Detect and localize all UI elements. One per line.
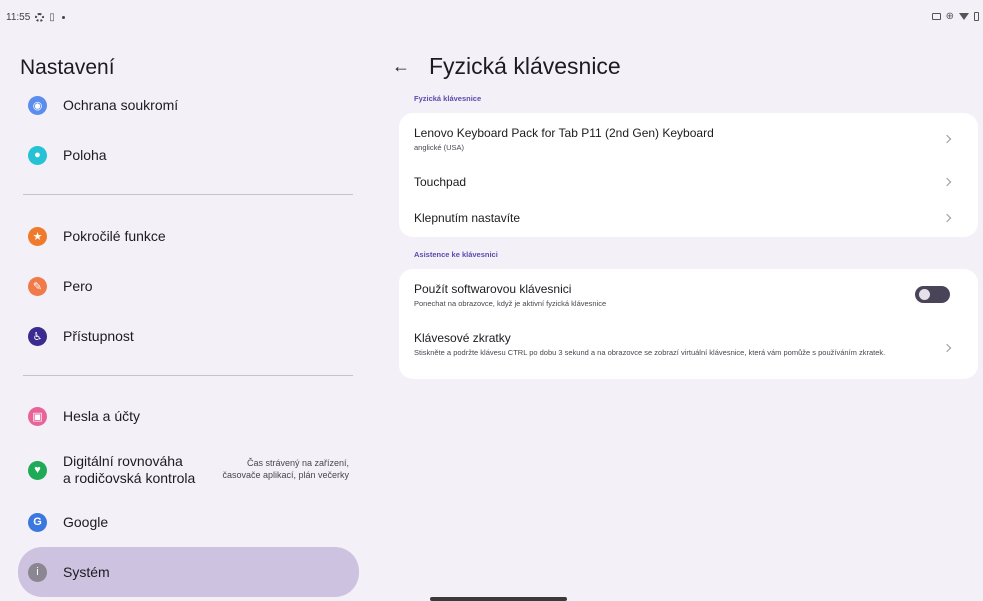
nav-item-summary: Čas strávený na zařízení, časovače aplik… <box>222 457 349 481</box>
privacy-icon: ◉ <box>28 95 47 115</box>
star-icon: ★ <box>28 226 47 246</box>
sim-icon: ▯ <box>49 12 55 23</box>
tap-to-set-title: Klepnutím nastavíte <box>414 211 521 225</box>
divider <box>23 194 353 195</box>
nav-item-accounts[interactable]: ▣ Hesla a účty <box>18 394 359 438</box>
status-time: 11:55 <box>6 12 31 23</box>
nav-item-label-line1: Digitální rovnováha <box>63 453 183 469</box>
nav-item-advanced[interactable]: ★ Pokročilé funkce <box>18 214 359 258</box>
home-indicator[interactable] <box>430 597 567 601</box>
toggle-knob <box>919 289 930 300</box>
software-keyboard-title: Použít softwarovou klávesnici <box>414 282 572 296</box>
nav-item-privacy[interactable]: ◉ Ochrana soukromí <box>18 83 359 127</box>
battery-icon <box>974 12 979 21</box>
screencast-icon <box>931 13 941 20</box>
chevron-right-icon <box>942 343 952 353</box>
wifi-icon <box>959 13 969 20</box>
nav-item-label-line2: a rodičovská kontrola <box>63 470 196 486</box>
nav-item-label: Digitální rovnováha a rodičovská kontrol… <box>63 453 195 487</box>
screen: 11:55 ▯ ⊕ Nastavení ◉ Ochrana soukromí ●… <box>0 0 983 601</box>
shortcuts-subtitle: Stiskněte a podržte klávesu CTRL po dobu… <box>414 348 886 357</box>
system-icon: i <box>28 562 47 582</box>
nav-item-pen[interactable]: ✎ Pero <box>18 264 359 308</box>
pen-icon: ✎ <box>28 276 47 296</box>
assist-card: Použít softwarovou klávesnici Ponechat n… <box>399 269 978 379</box>
section-header-keyboard-assist: Asistence ke klávesnici <box>414 250 498 259</box>
nav-item-label: Přístupnost <box>63 327 134 344</box>
nav-item-accessibility[interactable]: ♿ Přístupnost <box>18 314 359 358</box>
software-keyboard-row[interactable]: Použít softwarovou klávesnici Ponechat n… <box>399 282 978 310</box>
keyboard-card: Lenovo Keyboard Pack for Tab P11 (2nd Ge… <box>399 113 978 237</box>
nav-item-location[interactable]: ● Poloha <box>18 133 359 177</box>
chevron-right-icon <box>942 134 952 144</box>
nav-item-label: Hesla a účty <box>63 407 141 424</box>
keyboard-row[interactable]: Lenovo Keyboard Pack for Tab P11 (2nd Ge… <box>399 126 978 160</box>
dot-icon <box>61 16 65 19</box>
nav-item-label: Systém <box>63 563 110 580</box>
nav-item-system[interactable]: i Systém <box>18 547 359 597</box>
nav-item-label: Pero <box>63 277 93 294</box>
status-left: 11:55 ▯ <box>6 12 65 23</box>
status-bar: 11:55 ▯ ⊕ <box>0 0 983 34</box>
nav-item-label: Poloha <box>63 146 107 163</box>
summary-line2: časovače aplikací, plán večerky <box>222 470 349 480</box>
tap-to-set-row[interactable]: Klepnutím nastavíte <box>399 211 978 229</box>
back-arrow-icon[interactable]: ← <box>392 56 410 77</box>
location-icon: ● <box>28 145 47 165</box>
summary-line1: Čas strávený na zařízení, <box>246 458 349 468</box>
settings-title: Nastavení <box>20 56 115 79</box>
shortcuts-row[interactable]: Klávesové zkratky Stiskněte a podržte kl… <box>399 331 978 371</box>
software-keyboard-subtitle: Ponechat na obrazovce, když je aktivní f… <box>414 299 607 308</box>
detail-panel: ← Fyzická klávesnice Fyzická klávesnice … <box>376 34 983 601</box>
touchpad-row[interactable]: Touchpad <box>399 175 978 193</box>
section-header-physical-keyboard: Fyzická klávesnice <box>414 94 482 103</box>
shortcuts-title: Klávesové zkratky <box>414 331 511 345</box>
nav-item-label: Google <box>63 513 109 530</box>
nav-item-google[interactable]: G Google <box>18 500 359 544</box>
accounts-icon: ▣ <box>28 406 47 426</box>
nav-item-label: Ochrana soukromí <box>63 96 179 113</box>
divider <box>23 375 353 376</box>
keyboard-title: Lenovo Keyboard Pack for Tab P11 (2nd Ge… <box>414 126 714 140</box>
touchpad-title: Touchpad <box>414 175 467 189</box>
accessibility-icon: ♿ <box>28 326 47 346</box>
chevron-right-icon <box>942 177 952 187</box>
keyboard-subtitle: anglické (USA) <box>414 143 465 152</box>
settings-list-panel: Nastavení ◉ Ochrana soukromí ● Poloha ★ … <box>0 34 376 601</box>
software-keyboard-toggle[interactable] <box>915 286 950 303</box>
vibrate-icon: ⊕ <box>945 11 954 22</box>
gear-icon <box>35 13 45 22</box>
google-icon: G <box>28 512 47 532</box>
nav-item-wellbeing[interactable]: ♥ Digitální rovnováha a rodičovská kontr… <box>18 448 359 492</box>
page-title: Fyzická klávesnice <box>429 53 621 79</box>
nav-item-label: Pokročilé funkce <box>63 227 166 244</box>
chevron-right-icon <box>942 213 952 223</box>
wellbeing-icon: ♥ <box>28 460 47 480</box>
status-right: ⊕ <box>931 11 979 22</box>
